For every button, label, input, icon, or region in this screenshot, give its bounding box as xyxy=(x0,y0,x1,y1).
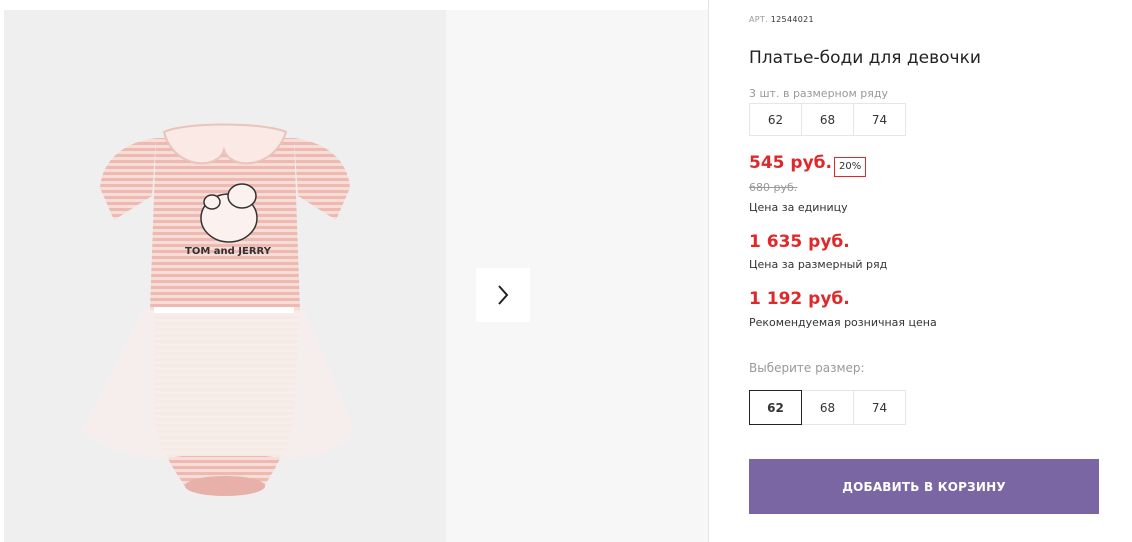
set-price: 1 635 руб. xyxy=(749,232,850,252)
pack-size-68: 68 xyxy=(801,103,854,136)
unit-price-caption: Цена за единицу xyxy=(749,201,848,214)
divider xyxy=(708,0,709,542)
print-text: TOM and JERRY xyxy=(185,246,272,257)
article-number: АРТ. 12544021 xyxy=(749,15,814,24)
retail-price-caption: Рекомендуемая розничная цена xyxy=(749,316,937,329)
product-photo[interactable]: TOM and JERRY xyxy=(4,10,446,542)
choose-size-label: Выберите размер: xyxy=(749,361,865,375)
article-label: АРТ. xyxy=(749,15,768,24)
add-to-cart-button[interactable]: ДОБАВИТЬ В КОРЗИНУ xyxy=(749,459,1099,514)
size-option-68[interactable]: 68 xyxy=(801,390,854,425)
pack-sizes: 62 68 74 xyxy=(749,103,906,136)
bodysuit-dress-image: TOM and JERRY xyxy=(82,123,354,496)
product-gallery: TOM and JERRY xyxy=(4,10,708,542)
pack-size-74: 74 xyxy=(853,103,906,136)
article-value: 12544021 xyxy=(770,15,814,24)
pack-label: 3 шт. в размерном ряду xyxy=(749,87,888,100)
pack-size-62: 62 xyxy=(749,103,802,136)
discount-badge: 20% xyxy=(834,157,867,177)
retail-price: 1 192 руб. xyxy=(749,289,850,309)
size-selector: 62 68 74 xyxy=(749,390,906,425)
size-option-74[interactable]: 74 xyxy=(853,390,906,425)
next-image-button[interactable] xyxy=(476,268,530,322)
product-title: Платье-боди для девочки xyxy=(749,48,981,68)
old-price: 680 руб. xyxy=(749,181,798,194)
size-option-62[interactable]: 62 xyxy=(749,390,802,425)
chevron-right-icon xyxy=(498,285,509,305)
unit-price: 545 руб. xyxy=(749,153,832,173)
set-price-caption: Цена за размерный ряд xyxy=(749,258,888,271)
